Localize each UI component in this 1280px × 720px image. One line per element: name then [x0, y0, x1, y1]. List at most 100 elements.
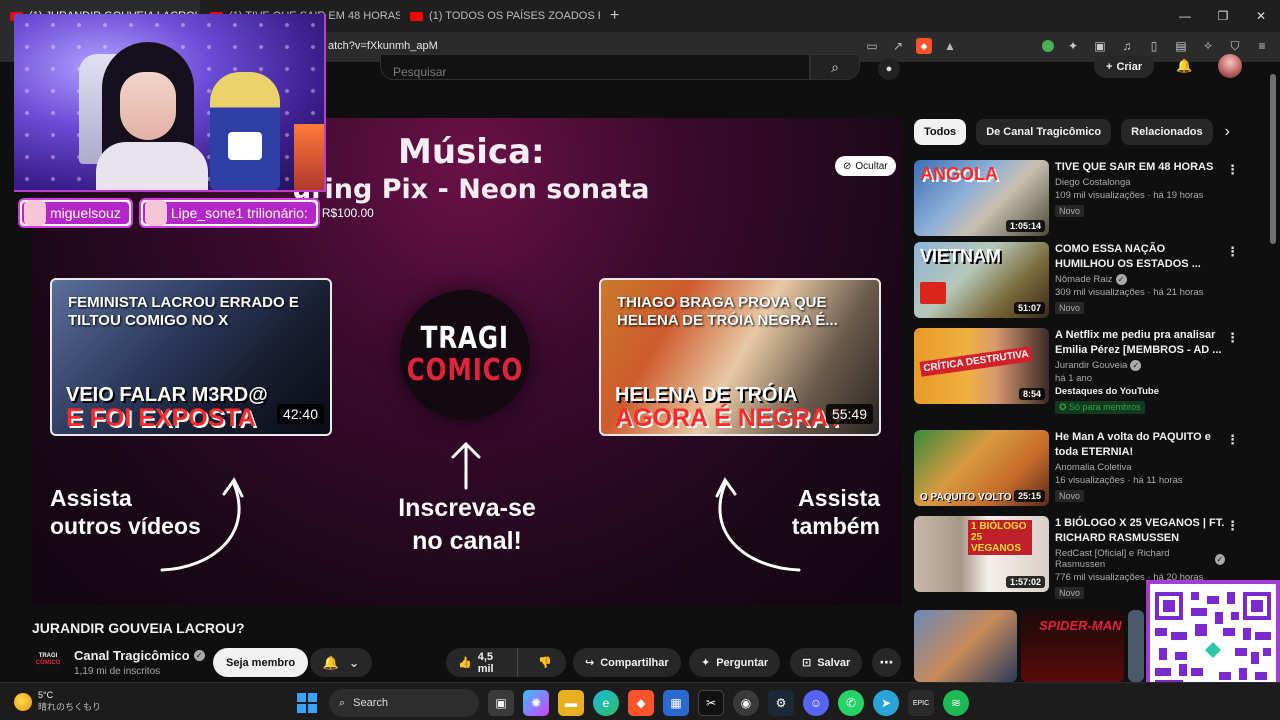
obs-icon[interactable]: ◉ [733, 690, 759, 716]
brave-icon[interactable]: ◆ [628, 690, 654, 716]
extensions-icon[interactable]: ✦ [1065, 38, 1081, 54]
video-thumbnail[interactable]: VIETNAM 51:07 [914, 242, 1049, 318]
rewards-icon[interactable]: ▲ [942, 38, 958, 54]
channel-logo-subscribe[interactable]: TRAGI COMICO [400, 290, 530, 420]
video-thumbnail[interactable]: O PAQUITO VOLTO 25:15 [914, 430, 1049, 506]
video-title: 1 BIÓLOGO X 25 VEGANOS | FT. RICHARD RAS… [1055, 517, 1225, 544]
create-button[interactable]: + Criar [1094, 56, 1155, 78]
steam-icon[interactable]: ⚙ [768, 690, 794, 716]
screenshot-icon[interactable]: ▣ [1092, 38, 1108, 54]
vpn-icon[interactable]: ⛉ [1227, 38, 1243, 54]
chip-from-channel[interactable]: De Canal Tragicômico [976, 119, 1112, 145]
task-view-icon[interactable]: ▣ [488, 690, 514, 716]
list-item[interactable]: O PAQUITO VOLTO 25:15 He Man A volta do … [914, 430, 1244, 510]
endscreen-video-left[interactable]: FEMINISTA LACROU ERRADO E TILTOU COMIGO … [50, 278, 332, 436]
arrow-up-icon [451, 441, 481, 490]
minimize-icon[interactable]: — [1166, 0, 1204, 32]
leo-icon[interactable]: ✧ [1200, 38, 1216, 54]
webcam-face [120, 72, 176, 140]
notifications-icon[interactable]: 🔔 [1176, 58, 1192, 74]
video-thumbnail[interactable]: 1 BIÓLOGO 25 VEGANOS 1:57:02 [914, 516, 1049, 592]
brave-shields-icon[interactable]: ◆ [916, 38, 932, 54]
search-icon: ⌕ [339, 696, 346, 709]
thumbnail-text: CRÍTICA DESTRUTIVA [919, 346, 1033, 377]
dislike-button[interactable]: 👎 [524, 656, 566, 669]
extension-status-icon[interactable] [1042, 40, 1054, 52]
endcard-big-line2: E FOI EXPOSTA [66, 404, 256, 432]
thumbnail-text: ANGOLA [920, 164, 998, 184]
wallet-icon[interactable]: ▤ [1173, 38, 1189, 54]
webcam-shirt [96, 142, 208, 190]
channel-avatar-line2: COMICO [35, 660, 61, 666]
list-item[interactable]: VIETNAM 51:07 COMO ESSA NAÇÃO HUMILHOU O… [914, 242, 1244, 322]
copilot-icon[interactable]: ✺ [523, 690, 549, 716]
new-tab-icon[interactable]: + [600, 7, 629, 25]
search-icon[interactable]: ⌕ [810, 54, 860, 80]
subscription-bell-button[interactable]: 🔔 ⌄ [310, 648, 372, 677]
close-window-icon[interactable]: ✕ [1242, 0, 1280, 32]
weather-widget[interactable]: 5°C 晴れのちくもり [14, 690, 101, 713]
join-button[interactable]: Seja membro [213, 648, 309, 677]
whatsapp-icon[interactable]: ✆ [838, 690, 864, 716]
more-options-icon[interactable]: ⋮ [1226, 244, 1239, 260]
url-field[interactable]: atch?v=fXkunmh_apM [328, 40, 438, 52]
status-badge: Novo [1055, 587, 1085, 599]
video-meta: COMO ESSA NAÇÃO HUMILHOU OS ESTADOS ... … [1055, 242, 1225, 316]
telegram-icon[interactable]: ➤ [873, 690, 899, 716]
taskbar-search[interactable]: ⌕ Search [329, 689, 479, 717]
save-button[interactable]: ⊡ Salvar [790, 648, 863, 677]
alert-donation-badge: Lipe_sone1 trilionário: [138, 198, 320, 228]
channel-name[interactable]: Canal Tragicômico ✓ [74, 648, 205, 663]
more-options-icon[interactable]: ⋮ [1226, 330, 1239, 346]
list-item[interactable]: ANGOLA 1:05:14 TIVE QUE SAIR EM 48 HORAS… [914, 160, 1244, 240]
video-meta: TIVE QUE SAIR EM 48 HORAS Diego Costalon… [1055, 160, 1225, 219]
like-button[interactable]: 👍 4,5 mil [446, 648, 519, 677]
subscribe-line1: Inscreva-se [398, 494, 536, 522]
shelf-thumbnail[interactable]: SPIDER-MAN [1021, 610, 1125, 682]
channel-avatar[interactable]: TRAGI COMICO [34, 646, 62, 674]
sidebar-icon[interactable]: ▯ [1146, 38, 1162, 54]
discord-icon[interactable]: ☺ [803, 690, 829, 716]
endscreen-video-right[interactable]: THIAGO BRAGA PROVA QUE HELENA DE TRÓIA N… [599, 278, 881, 436]
webcam-plush-figure [210, 72, 280, 190]
more-options-icon[interactable]: ⋮ [1226, 518, 1239, 534]
search-input[interactable]: Pesquisar [380, 54, 810, 80]
more-actions-icon[interactable]: ⋯ [872, 648, 901, 677]
video-thumbnail[interactable]: CRÍTICA DESTRUTIVA 8:54 [914, 328, 1049, 404]
epic-games-icon[interactable]: EPIC [908, 690, 934, 716]
video-thumbnail[interactable]: ANGOLA 1:05:14 [914, 160, 1049, 236]
page-scrollbar[interactable] [1270, 74, 1276, 244]
curved-arrow-icon [160, 477, 244, 572]
windows-start-icon[interactable] [294, 690, 320, 716]
browser-tab-3[interactable]: (1) TODOS OS PAÍSES ZOADOS POR COUNTRYBA… [400, 0, 600, 32]
account-avatar[interactable] [1218, 54, 1242, 78]
share-icon[interactable]: ↗ [890, 38, 906, 54]
shelf-thumbnail[interactable] [914, 610, 1018, 682]
capcut-icon[interactable]: ✂ [698, 690, 724, 716]
chip-all[interactable]: Todos [914, 119, 967, 145]
view-count: 109 mil visualizações · há 19 horas [1055, 190, 1204, 201]
video-meta: He Man A volta do PAQUITO e toda ETERNIA… [1055, 430, 1225, 504]
ask-button[interactable]: ✦ Perguntar [689, 648, 781, 677]
chip-related[interactable]: Relacionados [1121, 119, 1213, 145]
menu-icon[interactable]: ≡ [1254, 38, 1270, 54]
thumbs-up-icon: 👍 [458, 657, 472, 669]
store-icon[interactable]: ▦ [663, 690, 689, 716]
microphone-icon[interactable]: ● [878, 58, 900, 80]
cast-icon[interactable]: ▭ [864, 38, 880, 54]
members-only-label: Só para membros [1069, 402, 1141, 412]
spotify-icon[interactable]: ≋ [943, 690, 969, 716]
maximize-icon[interactable]: ❐ [1204, 0, 1242, 32]
more-options-icon[interactable]: ⋮ [1226, 162, 1239, 178]
hide-button[interactable]: ⊘ Ocultar [835, 156, 896, 176]
plus-icon: + [1106, 61, 1113, 73]
edge-icon[interactable]: e [593, 690, 619, 716]
shelf-thumbnail[interactable] [1128, 610, 1144, 682]
curved-arrow-icon [715, 477, 801, 572]
list-item[interactable]: CRÍTICA DESTRUTIVA 8:54 A Netflix me ped… [914, 328, 1244, 422]
share-button[interactable]: ↪ Compartilhar [573, 648, 681, 677]
file-explorer-icon[interactable]: ▬ [558, 690, 584, 716]
media-icon[interactable]: ♫ [1119, 38, 1135, 54]
chevron-right-icon[interactable]: › [1225, 123, 1230, 141]
more-options-icon[interactable]: ⋮ [1226, 432, 1239, 448]
